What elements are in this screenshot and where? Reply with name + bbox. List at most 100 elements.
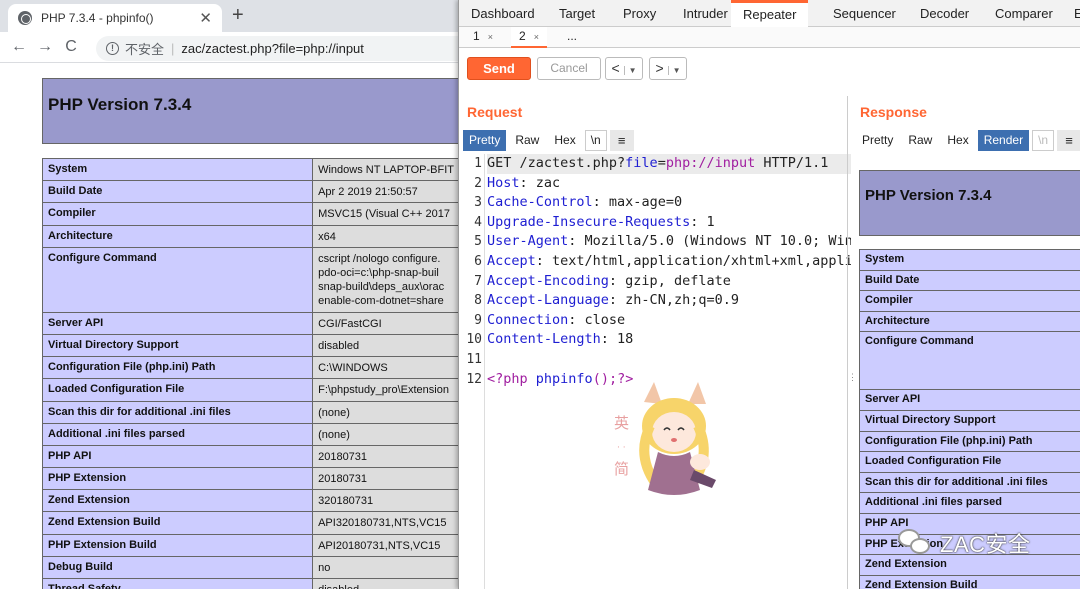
anime-mascot-sticker: 英 · · 简 bbox=[614, 382, 716, 495]
phpinfo-row: Scan this dir for additional .ini files (… bbox=[41, 400, 460, 424]
repeater-tab-3[interactable]: ... bbox=[559, 27, 585, 48]
menu-icon[interactable]: ≡ bbox=[1057, 130, 1080, 151]
render-phpinfo-row: Configuration File (php.ini) Path bbox=[859, 430, 1080, 453]
burp-tab-proxy[interactable]: Proxy bbox=[623, 0, 656, 27]
warning-icon[interactable]: ! bbox=[106, 42, 119, 55]
browser-tabstrip: PHP 7.3.4 - phpinfo() ✕ + bbox=[0, 0, 460, 32]
gutter-divider bbox=[484, 154, 485, 589]
render-view-tab[interactable]: Render bbox=[977, 130, 1030, 151]
code-line[interactable]: Accept: text/html,application/xhtml+xml,… bbox=[487, 252, 851, 272]
security-label[interactable]: 不安全 bbox=[125, 39, 164, 58]
code-token: Accept-Language bbox=[487, 292, 609, 309]
dropdown-caret-icon[interactable]: ▼ bbox=[667, 66, 681, 75]
phpinfo-value: Apr 2 2019 21:50:57 bbox=[312, 180, 460, 204]
render-phpinfo-key: Build Date bbox=[859, 269, 1080, 292]
forward-icon[interactable]: → bbox=[32, 38, 58, 56]
repeater-tab-2[interactable]: 2 × bbox=[511, 27, 547, 48]
previous-request-button[interactable]: < ▼ bbox=[605, 57, 643, 80]
phpinfo-value: disabled bbox=[312, 577, 460, 589]
pretty-view-tab[interactable]: Pretty bbox=[463, 130, 507, 151]
svg-text:· ·: · · bbox=[617, 443, 626, 453]
render-phpinfo-row: Architecture bbox=[859, 310, 1080, 333]
burp-tab-intruder[interactable]: Intruder bbox=[683, 0, 728, 27]
phpinfo-value: 320180731 bbox=[312, 489, 460, 513]
svg-text:简: 简 bbox=[614, 460, 629, 478]
raw-view-tab[interactable]: Raw bbox=[509, 130, 545, 151]
browser-tab[interactable]: PHP 7.3.4 - phpinfo() ✕ bbox=[8, 4, 222, 32]
menu-icon[interactable]: ≡ bbox=[609, 130, 634, 151]
pane-resize-handle[interactable]: ⋮ bbox=[847, 96, 857, 589]
code-line[interactable]: Accept-Language: zh-CN,zh;q=0.9 bbox=[487, 291, 851, 311]
code-token: Upgrade-Insecure-Requests bbox=[487, 213, 691, 230]
dropdown-caret-icon[interactable]: ▼ bbox=[623, 66, 637, 75]
watermark: ZAC安全 bbox=[898, 527, 1031, 559]
render-phpinfo-key: Architecture bbox=[859, 310, 1080, 333]
render-php-version-title: PHP Version 7.3.4 bbox=[865, 187, 992, 204]
globe-icon bbox=[18, 11, 32, 25]
back-icon[interactable]: ← bbox=[6, 38, 32, 56]
cancel-button[interactable]: Cancel bbox=[537, 57, 601, 80]
code-line[interactable]: Content-Length: 18 bbox=[487, 330, 851, 350]
line-number: 8 bbox=[474, 293, 482, 309]
burp-tab-decoder[interactable]: Decoder bbox=[920, 0, 969, 27]
phpinfo-row: Thread Safety disabled bbox=[41, 577, 460, 589]
burp-tab-target[interactable]: Target bbox=[559, 0, 595, 27]
repeater-tab-1[interactable]: 1 × bbox=[465, 27, 501, 48]
phpinfo-row: Additional .ini files parsed (none) bbox=[41, 422, 460, 446]
code-token: = bbox=[657, 155, 666, 171]
burp-tab-sequencer[interactable]: Sequencer bbox=[833, 0, 896, 27]
code-token: Connection bbox=[487, 311, 569, 328]
code-line[interactable]: Accept-Encoding: gzip, deflate bbox=[487, 272, 851, 292]
code-line[interactable]: Upgrade-Insecure-Requests: 1 bbox=[487, 213, 851, 233]
code-line[interactable]: User-Agent: Mozilla/5.0 (Windows NT 10.0… bbox=[487, 232, 851, 252]
address-bar[interactable]: ! 不安全 | zac/zactest.php?file=php://input bbox=[96, 36, 460, 61]
response-title: Response bbox=[860, 104, 927, 120]
code-token: HTTP/1.1 bbox=[755, 155, 829, 171]
pretty-view-tab[interactable]: Pretty bbox=[856, 130, 899, 151]
raw-view-tab[interactable]: Raw bbox=[902, 130, 938, 151]
code-line[interactable]: Host: zac bbox=[487, 174, 851, 194]
render-phpinfo-row: Compiler bbox=[859, 290, 1080, 312]
code-line[interactable]: Connection: close bbox=[487, 311, 851, 331]
next-request-button[interactable]: > ▼ bbox=[649, 57, 687, 80]
burp-tab-e[interactable]: E bbox=[1074, 0, 1080, 27]
request-code[interactable]: GET /zactest.php?file=php://input HTTP/1… bbox=[487, 154, 851, 389]
send-button[interactable]: Send bbox=[467, 57, 531, 80]
burp-tab-comparer[interactable]: Comparer bbox=[995, 0, 1053, 27]
new-tab-button[interactable]: + bbox=[232, 4, 244, 27]
hex-view-tab[interactable]: Hex bbox=[548, 130, 581, 151]
burp-tab-repeater[interactable]: Repeater bbox=[731, 0, 809, 27]
url-text[interactable]: zac/zactest.php?file=php://input bbox=[181, 41, 363, 56]
phpinfo-row: Server API CGI/FastCGI bbox=[41, 311, 460, 335]
phpinfo-row: Virtual Directory Support disabled bbox=[41, 333, 460, 358]
code-token: : max-age=0 bbox=[592, 194, 683, 211]
hex-view-tab[interactable]: Hex bbox=[941, 130, 974, 151]
code-line[interactable] bbox=[487, 350, 851, 370]
close-tab-icon[interactable]: ✕ bbox=[199, 9, 212, 27]
code-token: : 18 bbox=[600, 331, 634, 348]
phpinfo-value-line: CGI/FastCGI bbox=[318, 317, 382, 330]
close-tab-icon[interactable]: × bbox=[534, 32, 539, 42]
render-phpinfo-row: Additional .ini files parsed bbox=[859, 492, 1080, 514]
render-phpinfo-key: Server API bbox=[859, 389, 1080, 411]
phpinfo-value-line: 20180731 bbox=[318, 450, 368, 463]
phpinfo-row: Zend Extension Build API320180731,NTS,VC1… bbox=[41, 511, 460, 535]
phpinfo-value-line: 320180731 bbox=[318, 495, 374, 508]
phpinfo-value: x64 bbox=[312, 224, 460, 248]
close-tab-icon[interactable]: × bbox=[488, 32, 493, 42]
repeater-tab-label: ... bbox=[567, 29, 578, 43]
code-line[interactable]: GET /zactest.php?file=php://input HTTP/1… bbox=[487, 154, 851, 174]
code-token: file bbox=[625, 155, 658, 171]
newline-toggle[interactable]: \n bbox=[1032, 130, 1055, 151]
code-line[interactable]: Cache-Control: max-age=0 bbox=[487, 193, 851, 213]
phpinfo-value-line: API320180731,NTS,VC15 bbox=[318, 517, 447, 530]
render-phpinfo-key: Configuration File (php.ini) Path bbox=[859, 430, 1080, 453]
newline-toggle[interactable]: \n bbox=[584, 130, 607, 151]
request-view-tabs: Pretty Raw Hex \n ≡ bbox=[463, 130, 637, 151]
request-editor[interactable]: 1 2 3 4 5 6 7 8 9 10 11 12 GET /zactest.php?file=ph… bbox=[463, 154, 851, 589]
phpinfo-value-line: x64 bbox=[318, 230, 336, 243]
burp-tab-dashboard[interactable]: Dashboard bbox=[471, 0, 535, 27]
reload-icon[interactable]: C bbox=[58, 38, 84, 56]
render-phpinfo-key: Virtual Directory Support bbox=[859, 409, 1080, 432]
response-view-tabs: Pretty Raw Hex Render \n ≡ bbox=[856, 130, 1080, 151]
